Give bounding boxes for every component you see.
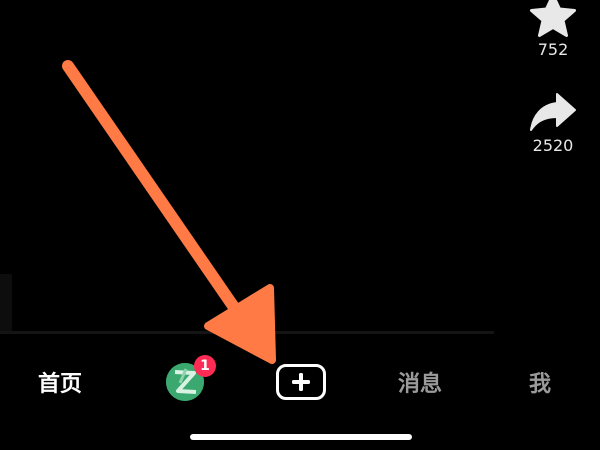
tab-home[interactable]: 首页 xyxy=(20,352,100,412)
home-indicator[interactable] xyxy=(190,434,412,440)
tab-messages[interactable]: 消息 xyxy=(380,352,460,412)
favorite-action[interactable]: 752 xyxy=(498,0,600,59)
avatar[interactable]: 1 xyxy=(166,355,216,401)
video-feed-screen: 752 2520 首页 1 消息 我 xyxy=(0,0,600,450)
favorite-count: 752 xyxy=(537,40,569,59)
share-arrow-icon[interactable] xyxy=(527,90,579,134)
share-action[interactable]: 2520 xyxy=(498,90,600,155)
tab-friends[interactable]: 1 xyxy=(150,352,220,412)
tab-me[interactable]: 我 xyxy=(505,352,575,412)
star-icon[interactable] xyxy=(527,0,579,38)
video-frame-edge xyxy=(0,274,12,334)
plus-icon xyxy=(292,373,310,391)
video-frame-bottom-edge xyxy=(0,331,494,334)
tab-create[interactable] xyxy=(266,352,336,412)
bottom-tab-bar: 首页 1 消息 我 xyxy=(0,352,600,412)
share-count: 2520 xyxy=(532,136,574,155)
create-button[interactable] xyxy=(276,364,326,400)
notification-badge: 1 xyxy=(194,355,216,377)
